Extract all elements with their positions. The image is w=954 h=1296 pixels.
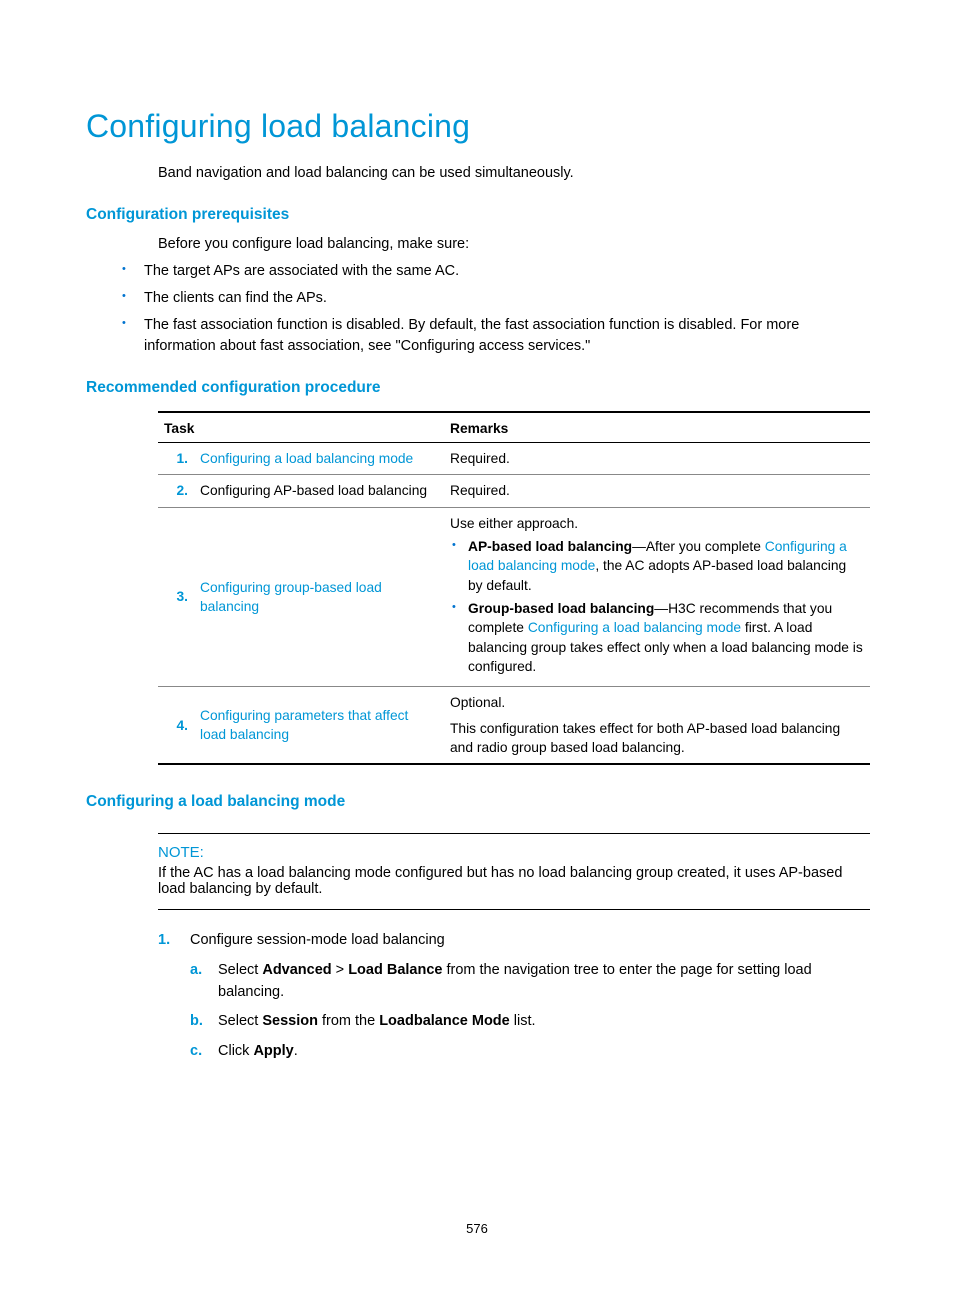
procedure-table: Task Remarks 1. Configuring a load balan…: [158, 411, 870, 765]
prereq-lead: Before you configure load balancing, mak…: [158, 234, 868, 255]
note-label: NOTE:: [158, 844, 870, 861]
bold-text: Group-based load balancing: [468, 601, 654, 616]
list-item: Group-based load balancing—H3C recommend…: [450, 599, 864, 676]
text: Select: [218, 1013, 262, 1029]
bold-text: Session: [262, 1013, 318, 1029]
substep-item: b. Select Session from the Loadbalance M…: [190, 1011, 868, 1033]
text: list.: [510, 1013, 536, 1029]
list-item: The fast association function is disable…: [122, 315, 868, 357]
remark-text: This configuration takes effect for both…: [450, 719, 864, 758]
text: Select: [218, 962, 262, 978]
task-link[interactable]: Configuring group-based load balancing: [200, 580, 382, 614]
section-mode: Configuring a load balancing mode: [86, 793, 868, 811]
intro-text: Band navigation and load balancing can b…: [158, 163, 868, 184]
task-text: Configuring AP-based load balancing: [194, 475, 444, 507]
task-link[interactable]: Configuring a load balancing mode: [200, 451, 413, 466]
remark-text: Required.: [444, 443, 870, 475]
task-link[interactable]: Configuring parameters that affect load …: [200, 708, 408, 742]
remark-lead: Use either approach.: [450, 514, 864, 533]
note-box: NOTE: If the AC has a load balancing mod…: [158, 833, 870, 910]
row-num: 3.: [158, 507, 194, 687]
table-row: 4. Configuring parameters that affect lo…: [158, 687, 870, 764]
text: from the: [318, 1013, 379, 1029]
row-num: 4.: [158, 687, 194, 764]
row-num: 2.: [158, 475, 194, 507]
table-row: 3. Configuring group-based load balancin…: [158, 507, 870, 687]
bold-text: Loadbalance Mode: [379, 1013, 510, 1029]
steps-list: 1. Configure session-mode load balancing…: [158, 930, 868, 1063]
bold-text: Apply: [253, 1043, 293, 1059]
bold-text: Advanced: [262, 962, 331, 978]
remark-text: Optional.: [450, 693, 864, 712]
substep-item: c. Click Apply.: [190, 1041, 868, 1063]
section-prerequisites: Configuration prerequisites: [86, 206, 868, 224]
note-text: If the AC has a load balancing mode conf…: [158, 865, 870, 897]
substep-letter: a.: [190, 960, 202, 982]
list-item: The target APs are associated with the s…: [122, 261, 868, 282]
page-title: Configuring load balancing: [86, 108, 868, 145]
inline-link[interactable]: Configuring a load balancing mode: [528, 620, 741, 635]
row-num: 1.: [158, 443, 194, 475]
text: .: [294, 1043, 298, 1059]
prereq-list: The target APs are associated with the s…: [122, 261, 868, 357]
table-row: 2. Configuring AP-based load balancing R…: [158, 475, 870, 507]
list-item: The clients can find the APs.: [122, 288, 868, 309]
page-number: 576: [0, 1221, 954, 1236]
text: —After you complete: [632, 539, 765, 554]
step-item: 1. Configure session-mode load balancing…: [158, 930, 868, 1063]
text: >: [332, 962, 349, 978]
col-task: Task: [158, 412, 444, 443]
text: Click: [218, 1043, 253, 1059]
bold-text: Load Balance: [348, 962, 442, 978]
remark-text: Required.: [444, 475, 870, 507]
substep-letter: c.: [190, 1041, 202, 1063]
list-item: AP-based load balancing—After you comple…: [450, 537, 864, 595]
remark-cell: Optional. This configuration takes effec…: [444, 687, 870, 764]
step-number: 1.: [158, 930, 170, 952]
substep-item: a. Select Advanced > Load Balance from t…: [190, 960, 868, 1004]
col-remarks: Remarks: [444, 412, 870, 443]
step-text: Configure session-mode load balancing: [190, 932, 445, 948]
remark-cell: Use either approach. AP-based load balan…: [444, 507, 870, 687]
table-row: 1. Configuring a load balancing mode Req…: [158, 443, 870, 475]
bold-text: AP-based load balancing: [468, 539, 632, 554]
section-procedure: Recommended configuration procedure: [86, 379, 868, 397]
substep-letter: b.: [190, 1011, 203, 1033]
